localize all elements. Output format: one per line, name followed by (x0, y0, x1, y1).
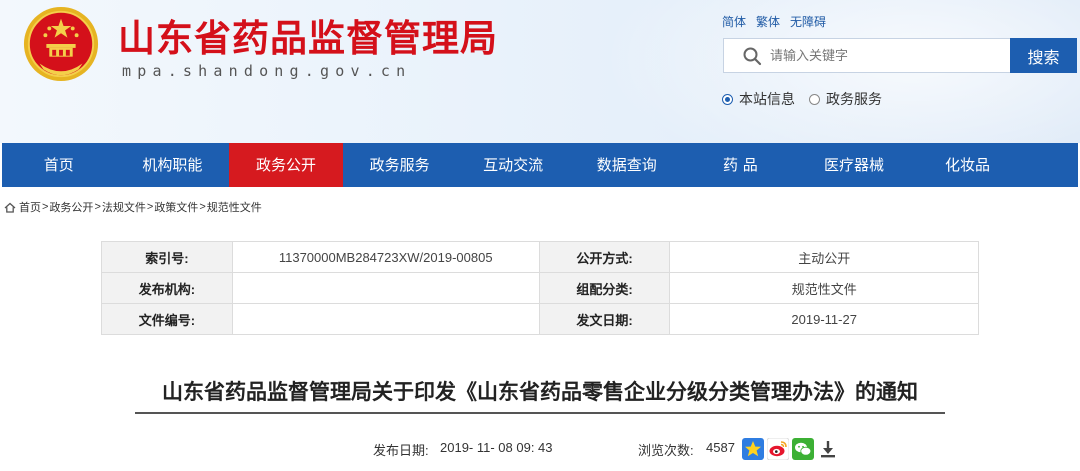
scope-gov-service-radio[interactable]: 政务服务 (809, 89, 882, 109)
issue-date-value: 2019-11-27 (669, 303, 979, 335)
breadcrumb-separator: > (199, 201, 206, 213)
index-number-value: 11370000MB284723XW/2019-00805 (231, 241, 540, 273)
breadcrumb-separator: > (42, 201, 49, 213)
category-label: 组配分类: (538, 272, 671, 304)
share-toolbar (742, 438, 839, 460)
document-number-label: 文件编号: (101, 303, 233, 335)
view-count-value: 4587 (706, 440, 735, 455)
scope-site-info-radio[interactable]: 本站信息 (722, 89, 795, 109)
nav-item-org-functions[interactable]: 机构职能 (116, 143, 230, 187)
document-info-table: 索引号: 11370000MB284723XW/2019-00805 公开方式:… (101, 241, 979, 335)
disclosure-method-value: 主动公开 (669, 241, 979, 273)
nav-item-medical-devices[interactable]: 医疗器械 (797, 143, 911, 187)
national-emblem-icon (23, 6, 99, 82)
home-icon (4, 202, 16, 213)
breadcrumb-home[interactable]: 首页 (19, 199, 41, 215)
issue-date-label: 发文日期: (538, 303, 671, 335)
favorite-star-icon[interactable] (742, 438, 764, 460)
category-value: 规范性文件 (669, 272, 979, 304)
nav-item-gov-affairs-open[interactable]: 政务公开 (229, 143, 343, 187)
table-row: 索引号: 11370000MB284723XW/2019-00805 公开方式:… (101, 241, 979, 273)
search-icon (743, 47, 762, 65)
nav-item-interaction[interactable]: 互动交流 (456, 143, 570, 187)
search-box (723, 38, 1010, 73)
scope-site-info-label: 本站信息 (739, 91, 795, 107)
language-links: 简体 繁体 无障碍 (722, 13, 826, 30)
article-meta-row: 发布日期: 2019- 11- 08 09: 43 浏览次数: 4587 (0, 438, 1080, 460)
site-header: 山东省药品监督管理局 mpa.shandong.gov.cn 简体 繁体 无障碍… (0, 0, 1080, 143)
article-title: 山东省药品监督管理局关于印发《山东省药品零售企业分级分类管理办法》的通知 (162, 380, 918, 404)
publish-date-value: 2019- 11- 08 09: 43 (440, 440, 553, 455)
issuing-agency-label: 发布机构: (101, 272, 233, 304)
breadcrumb-gov-affairs-open[interactable]: 政务公开 (49, 199, 93, 215)
search-button[interactable]: 搜索 (1010, 38, 1077, 73)
search-scope: 本站信息 政务服务 (722, 89, 896, 109)
search-input[interactable] (770, 48, 1000, 63)
radio-unselected-icon (809, 93, 820, 105)
main-nav: 首页 机构职能 政务公开 政务服务 互动交流 数据查询 药 品 医疗器械 化妆品 (2, 143, 1078, 187)
accessibility-link[interactable]: 无障碍 (790, 13, 826, 30)
weibo-icon[interactable] (767, 438, 789, 460)
table-row: 文件编号: 发文日期: 2019-11-27 (101, 303, 979, 335)
breadcrumb-normative-files[interactable]: 规范性文件 (207, 199, 262, 215)
radio-selected-icon (722, 93, 733, 105)
disclosure-method-label: 公开方式: (538, 241, 671, 273)
lang-simplified-link[interactable]: 简体 (722, 13, 746, 30)
download-icon[interactable] (817, 438, 839, 460)
index-number-label: 索引号: (101, 241, 233, 273)
title-divider (135, 412, 945, 414)
wechat-icon[interactable] (792, 438, 814, 460)
site-title[interactable]: 山东省药品监督管理局 (118, 8, 498, 62)
nav-item-home[interactable]: 首页 (2, 143, 116, 187)
publish-date-label: 发布日期: (373, 443, 429, 458)
nav-item-data-query[interactable]: 数据查询 (570, 143, 684, 187)
view-count-label: 浏览次数: (638, 443, 694, 458)
table-row: 发布机构: 组配分类: 规范性文件 (101, 272, 979, 304)
nav-item-gov-services[interactable]: 政务服务 (343, 143, 457, 187)
breadcrumb-separator: > (146, 201, 154, 213)
document-number-value (231, 303, 540, 335)
scope-gov-service-label: 政务服务 (826, 91, 882, 107)
site-domain: mpa.shandong.gov.cn (122, 62, 412, 80)
issuing-agency-value (231, 272, 540, 304)
breadcrumb-policy-files[interactable]: 政策文件 (154, 199, 198, 215)
nav-item-cosmetics[interactable]: 化妆品 (911, 143, 1025, 187)
nav-item-drugs[interactable]: 药 品 (684, 143, 798, 187)
lang-traditional-link[interactable]: 繁体 (756, 13, 780, 30)
breadcrumb: 首页 > 政务公开 > 法规文件 > 政策文件 > 规范性文件 (4, 199, 262, 215)
breadcrumb-separator: > (94, 201, 101, 213)
breadcrumb-regulations[interactable]: 法规文件 (102, 199, 146, 215)
